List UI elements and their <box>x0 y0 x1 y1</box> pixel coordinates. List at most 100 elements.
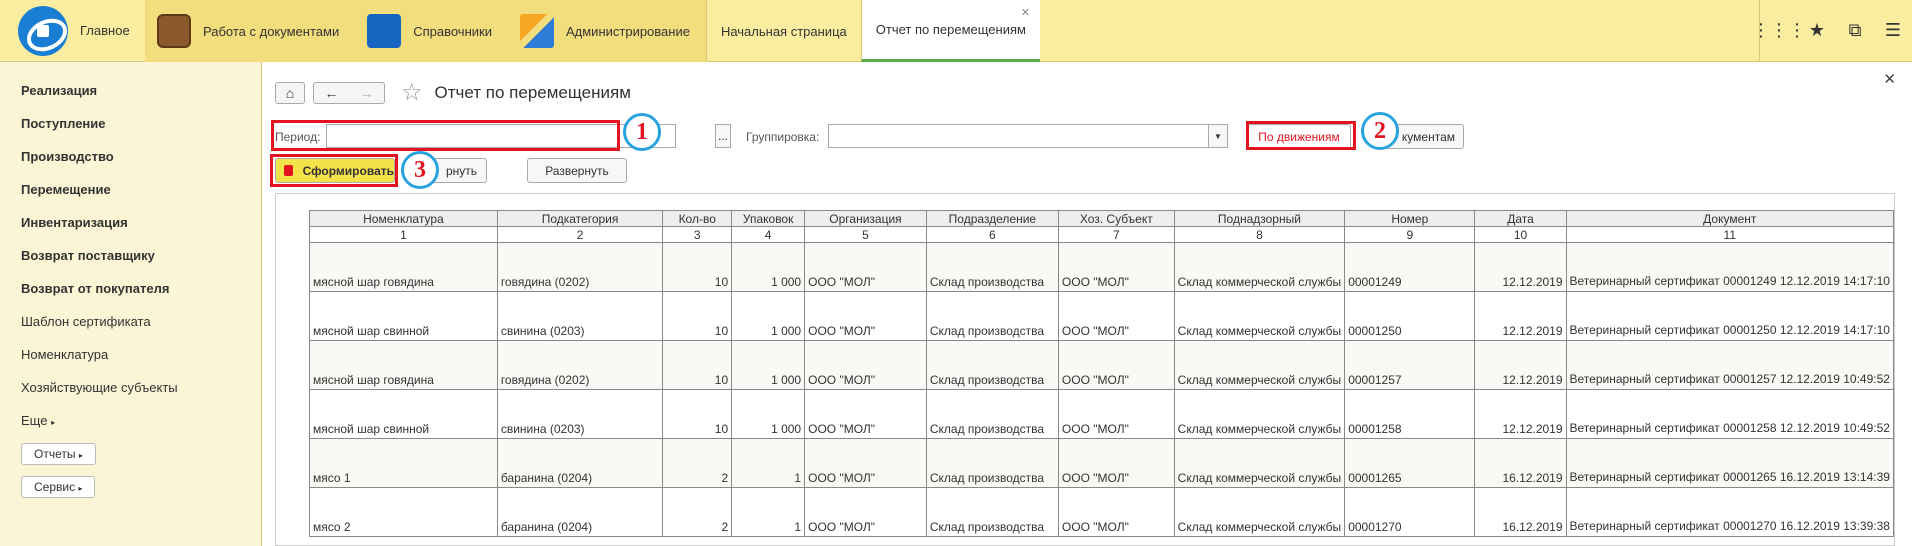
sidebar-item-entities[interactable]: Хозяйствующие субъекты <box>21 371 261 404</box>
collapse-label: рнуть <box>445 163 477 178</box>
table-cell: Склад производства <box>925 242 1059 292</box>
table-cell: 12.12.2019 <box>1474 340 1567 390</box>
grouping-select[interactable] <box>828 124 1228 148</box>
table-cell: Склад коммерческой службы <box>1173 340 1346 390</box>
table-row[interactable]: мясной шар говядина говядина (0202) 10 1 00… <box>309 242 1894 292</box>
sidebar-item-supplier-return[interactable]: Возврат поставщику <box>21 239 261 272</box>
table-cell: 1 <box>731 487 806 537</box>
table-cell: Склад производства <box>925 438 1059 488</box>
table-cell: 10 <box>662 389 733 439</box>
arrow-right-icon[interactable]: → <box>360 85 374 101</box>
table-cell: 12.12.2019 <box>1474 389 1567 439</box>
table-cell: 1 000 <box>731 242 806 292</box>
sidebar-item-customer-return[interactable]: Возврат от покупателя <box>21 272 261 305</box>
table-cell: 00001265 <box>1344 438 1476 488</box>
table-cell: Склад производства <box>925 291 1059 341</box>
highlight-generate <box>270 154 398 187</box>
table-cell: ООО "МОЛ" <box>1057 340 1175 390</box>
table-cell: Склад коммерческой службы <box>1173 242 1346 292</box>
home-button[interactable]: ⌂ <box>275 81 305 104</box>
section-administration[interactable]: Администрирование <box>507 0 706 62</box>
table-cell: ООО "МОЛ" <box>804 487 927 537</box>
arrow-left-icon[interactable]: ← <box>325 85 339 101</box>
home-section[interactable]: Главное <box>0 0 145 61</box>
reports-button[interactable]: Отчеты ▸ <box>21 443 96 465</box>
sidebar-item-certificate-template[interactable]: Шаблон сертификата <box>21 305 261 338</box>
menu-icon[interactable]: ☰ <box>1874 0 1912 62</box>
sidebar-item-receipts[interactable]: Поступление <box>21 107 261 140</box>
column-header: Документ <box>1565 210 1894 227</box>
table-cell: Склад производства <box>925 487 1059 537</box>
triangle-right-icon: ▸ <box>78 451 83 460</box>
column-header: Организация <box>804 210 927 227</box>
sidebar-item-production[interactable]: Производство <box>21 140 261 173</box>
star-outline-icon[interactable]: ☆ <box>401 78 423 107</box>
tab-label: Отчет по перемещениям <box>875 22 1026 37</box>
column-header: Поднадзорный <box>1173 210 1346 227</box>
table-cell: 12.12.2019 <box>1474 291 1567 341</box>
column-header: Номенклатура <box>309 210 498 227</box>
report-area[interactable]: Номенклатура Подкатегория Кол-во Упаковок Ор… <box>275 193 1895 546</box>
section-documents[interactable]: Работа с документами <box>145 0 356 62</box>
triangle-right-icon: ▸ <box>51 418 56 427</box>
table-cell: Склад производства <box>925 340 1059 390</box>
table-cell: 1 000 <box>731 340 806 390</box>
table-cell: мясной шар свинной <box>309 291 498 341</box>
table-cell: ООО "МОЛ" <box>1057 438 1175 488</box>
dropdown-arrow-icon[interactable]: ▼ <box>1208 124 1228 148</box>
table-cell: Ветеринарный сертификат 00001257 12.12.2… <box>1565 340 1894 390</box>
column-header: Номер <box>1344 210 1476 227</box>
table-cell: мясо 1 <box>309 438 498 488</box>
tab-movement-report[interactable]: Отчет по перемещениям ✕ <box>860 0 1040 62</box>
table-cell: ООО "МОЛ" <box>1057 389 1175 439</box>
table-row[interactable]: мясной шар свинной свинина (0203) 10 1 000 О… <box>309 389 1894 439</box>
sidebar-item-movement[interactable]: Перемещение <box>21 173 261 206</box>
table-cell: баранина (0204) <box>496 487 664 537</box>
table-cell: ООО "МОЛ" <box>804 389 927 439</box>
close-icon[interactable]: ✕ <box>1021 6 1030 19</box>
section-directories[interactable]: Справочники <box>355 0 508 62</box>
table-cell: ООО "МОЛ" <box>804 242 927 292</box>
triangle-right-icon: ▸ <box>78 484 83 493</box>
ellipsis-label: ... <box>717 129 728 143</box>
apps-grid-icon[interactable]: ⋮⋮⋮ <box>1752 0 1806 62</box>
column-number: 6 <box>925 226 1059 243</box>
table-cell: ООО "МОЛ" <box>1057 487 1175 537</box>
table-cell: 00001257 <box>1344 340 1476 390</box>
sidebar-item-sales[interactable]: Реализация <box>21 74 261 107</box>
column-header: Подразделение <box>925 210 1059 227</box>
service-button[interactable]: Сервис ▸ <box>21 476 96 498</box>
table-cell: свинина (0203) <box>496 291 664 341</box>
sidebar-item-more[interactable]: Еще ▸ <box>21 404 261 437</box>
table-cell: 2 <box>662 438 733 488</box>
sidebar: Реализация Поступление Производство Пере… <box>0 62 262 546</box>
column-number: 8 <box>1173 226 1346 243</box>
table-cell: баранина (0204) <box>496 438 664 488</box>
table-row[interactable]: мясной шар говядина говядина (0202) 10 1 00… <box>309 340 1894 390</box>
section-label: Администрирование <box>565 23 690 39</box>
column-header: Подкатегория <box>496 210 664 227</box>
top-panel: Главное Работа с документами Справочники… <box>0 0 1912 62</box>
report-table: Номенклатура Подкатегория Кол-во Упаковок Ор… <box>309 210 1894 537</box>
table-row[interactable]: мясо 2 баранина (0204) 2 1 ООО "МОЛ" Склад пр… <box>309 487 1894 537</box>
column-number: 4 <box>731 226 806 243</box>
star-icon[interactable]: ★ <box>1798 0 1836 62</box>
history-icon[interactable]: ⧉ <box>1836 0 1874 62</box>
table-cell: Склад коммерческой службы <box>1173 438 1346 488</box>
marker-3: 3 <box>401 151 439 189</box>
page-title: Отчет по перемещениям <box>434 82 631 102</box>
table-cell: Склад коммерческой службы <box>1173 291 1346 341</box>
column-number: 9 <box>1344 226 1476 243</box>
close-icon[interactable]: ✕ <box>1883 70 1896 88</box>
column-number: 5 <box>804 226 927 243</box>
expand-button[interactable]: Развернуть <box>527 158 627 183</box>
table-cell: Ветеринарный сертификат 00001249 12.12.2… <box>1565 242 1894 292</box>
tab-start-page[interactable]: Начальная страница <box>705 0 861 62</box>
table-row[interactable]: мясной шар свинной свинина (0203) 10 1 000 О… <box>309 291 1894 341</box>
table-row[interactable]: мясо 1 баранина (0204) 2 1 ООО "МОЛ" Склад пр… <box>309 438 1894 488</box>
address-book-icon <box>367 14 402 48</box>
sidebar-item-nomenclature[interactable]: Номенклатура <box>21 338 261 371</box>
table-cell: 10 <box>662 291 733 341</box>
sidebar-item-inventory[interactable]: Инвентаризация <box>21 206 261 239</box>
period-select-button[interactable]: ... <box>715 124 731 148</box>
